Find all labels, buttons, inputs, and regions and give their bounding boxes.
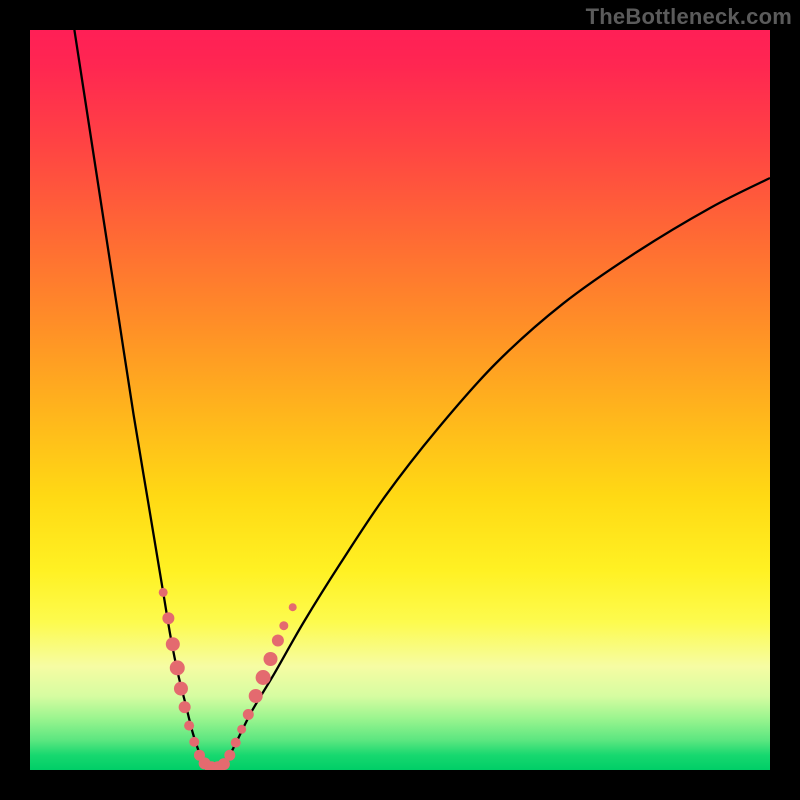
- data-marker: [279, 621, 288, 630]
- data-marker: [184, 721, 194, 731]
- data-marker: [189, 737, 199, 747]
- data-marker: [243, 709, 254, 720]
- plot-area: [30, 30, 770, 770]
- data-marker: [249, 689, 263, 703]
- chart-frame: TheBottleneck.com: [0, 0, 800, 800]
- data-marker: [179, 701, 191, 713]
- data-marker: [159, 588, 168, 597]
- data-marker: [166, 637, 180, 651]
- data-marker: [231, 738, 241, 748]
- data-marker: [264, 652, 278, 666]
- data-marker: [162, 612, 174, 624]
- data-marker: [224, 750, 235, 761]
- data-marker: [237, 725, 246, 734]
- data-marker: [289, 603, 297, 611]
- chart-svg: [30, 30, 770, 770]
- data-marker: [170, 660, 185, 675]
- data-marker: [272, 635, 284, 647]
- curve-right: [222, 178, 770, 770]
- watermark-text: TheBottleneck.com: [586, 4, 792, 30]
- data-marker: [256, 670, 271, 685]
- curve-left: [74, 30, 207, 770]
- data-marker: [174, 682, 188, 696]
